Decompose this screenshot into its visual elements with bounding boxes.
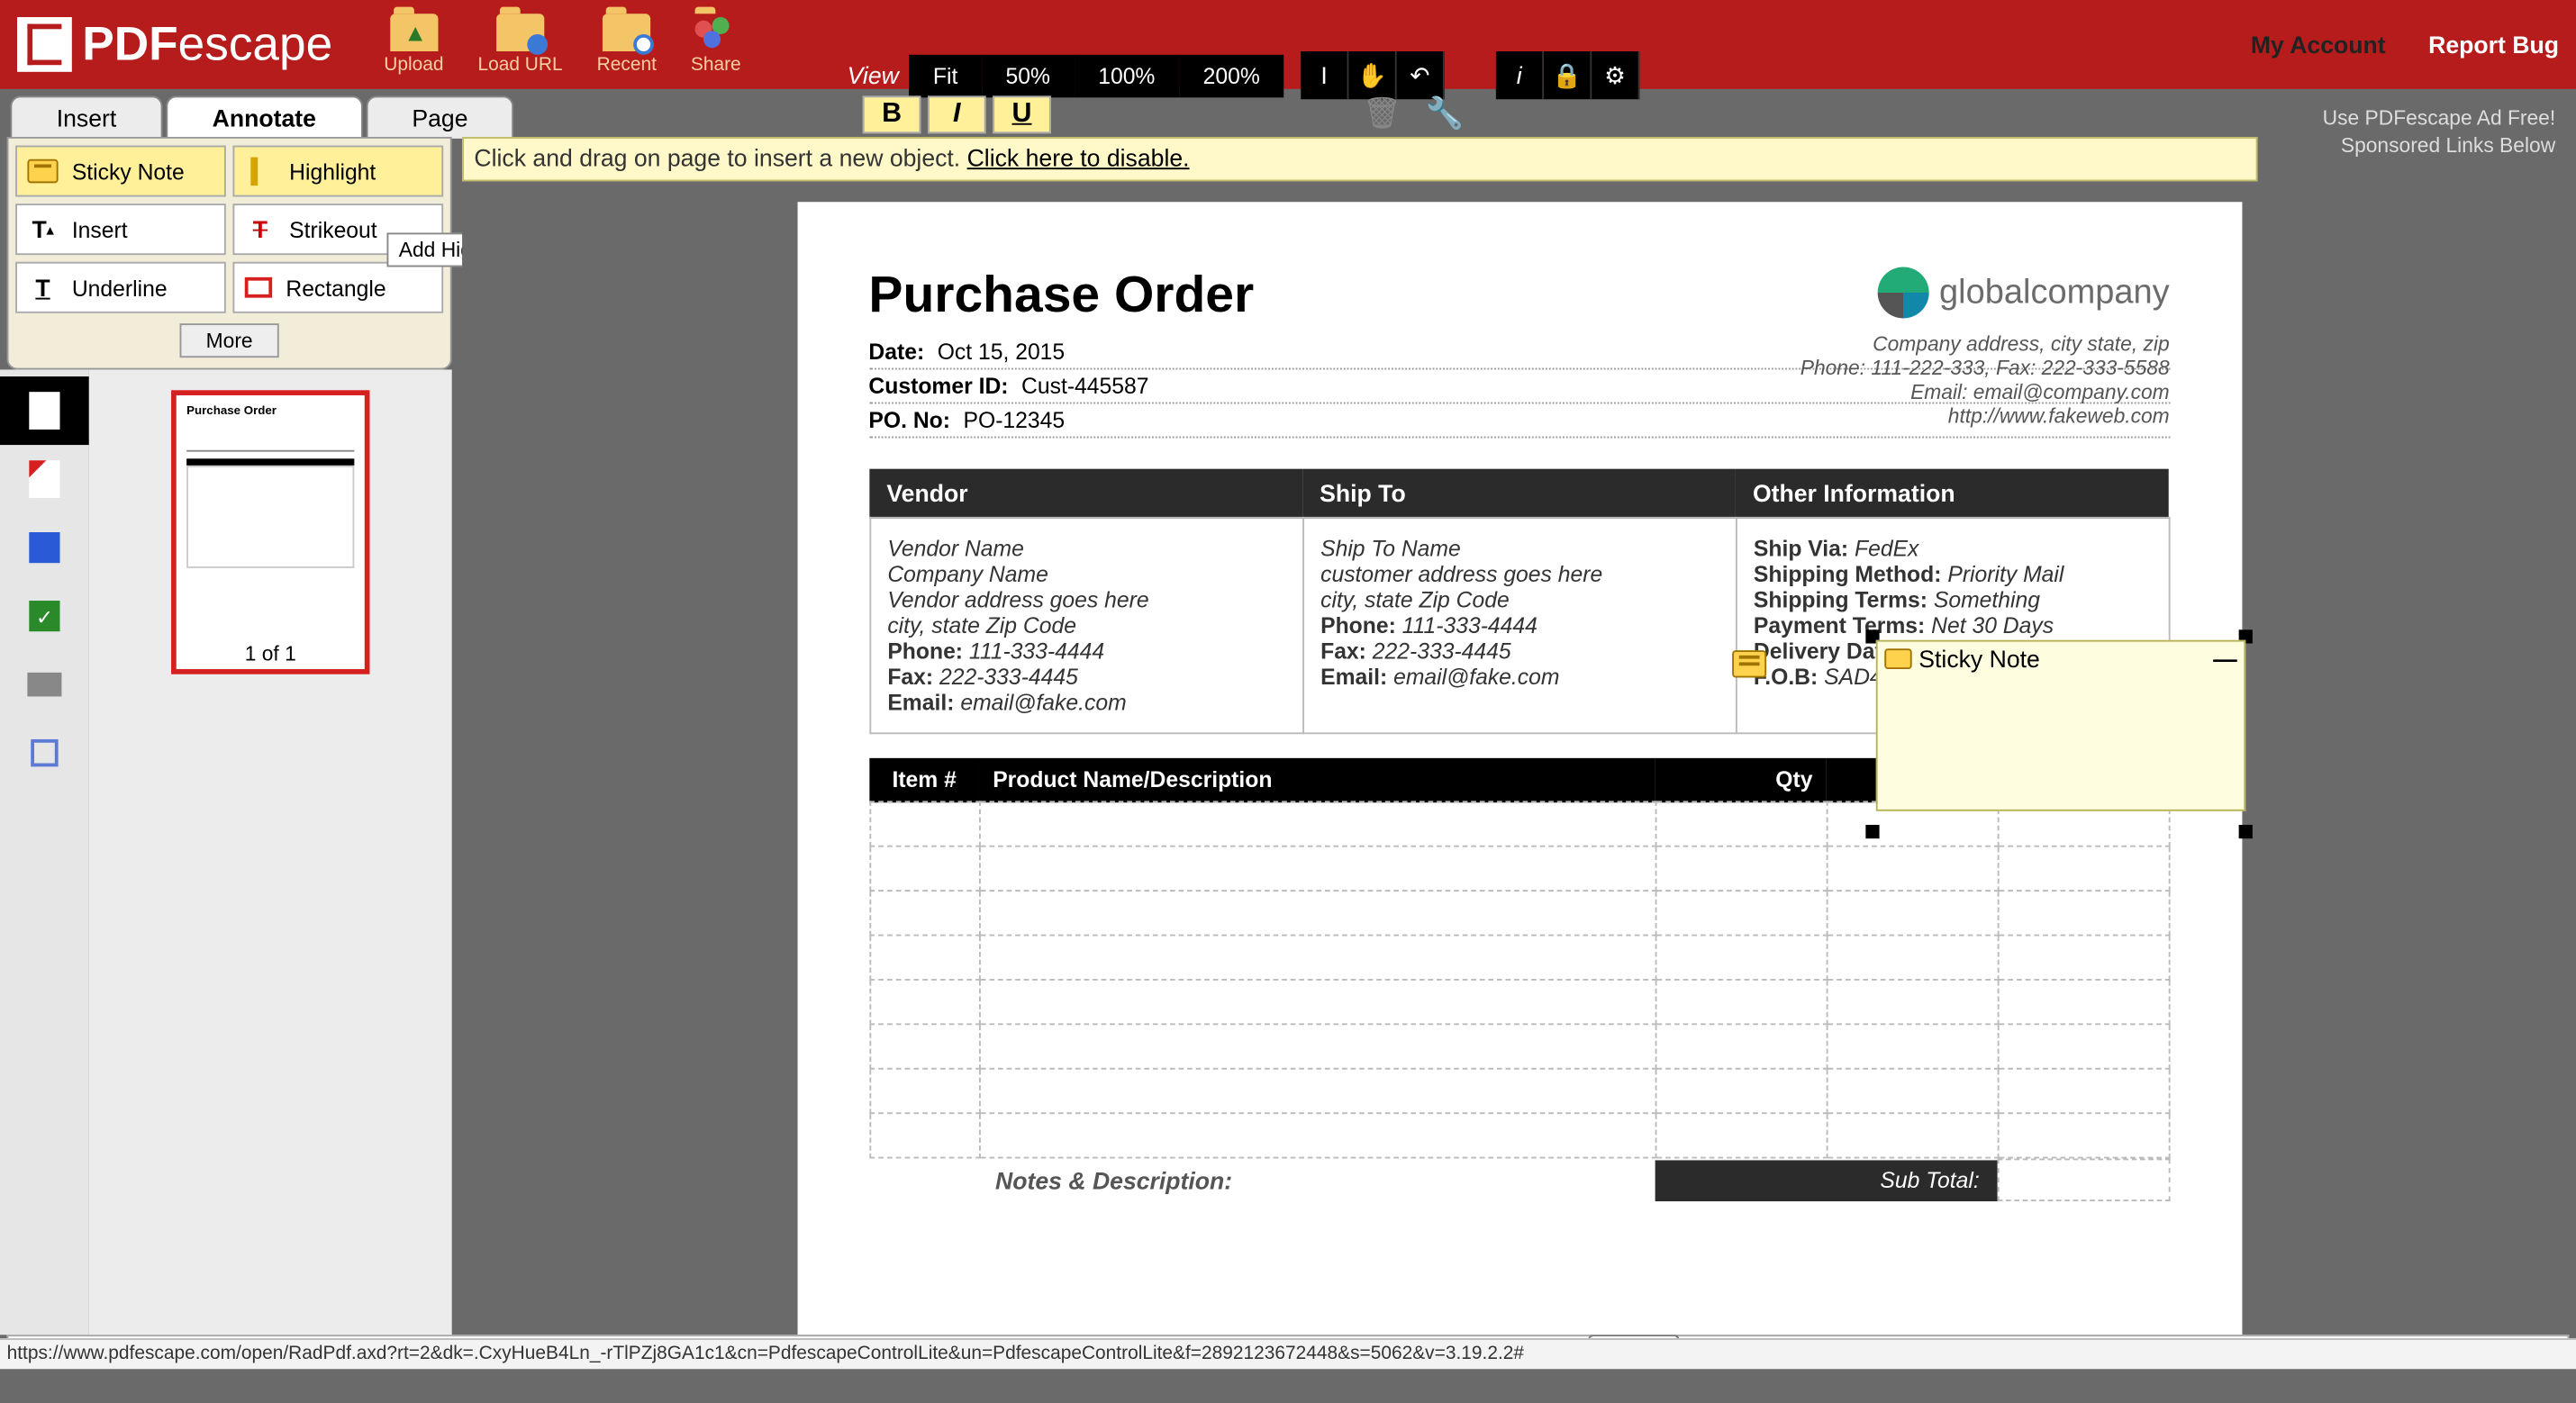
thumbnail-caption: 1 of 1 <box>180 642 361 666</box>
hint-bar: Click and drag on page to insert a new o… <box>462 137 2257 181</box>
top-links: My Account Report Bug <box>2251 31 2559 58</box>
gear-icon[interactable]: ⚙ <box>1592 51 1639 99</box>
company-block: globalcompany Company address, city stat… <box>1800 267 2170 428</box>
upload-button[interactable]: ▲Upload <box>384 14 443 75</box>
subtotal-table: Notes & Description:Sub Total: <box>868 1159 2169 1202</box>
document-area[interactable]: Purchase Order Date: Oct 15, 2015 Custom… <box>462 181 2576 1335</box>
thumbnail-image: Purchase Order <box>180 399 361 638</box>
bold-button[interactable]: B <box>863 95 921 133</box>
tool-highlight[interactable]: ▍ Highlight <box>232 146 443 197</box>
zoom-50[interactable]: 50% <box>982 54 1075 97</box>
report-bug-link[interactable]: Report Bug <box>2428 31 2559 58</box>
resize-handle-se[interactable] <box>2239 825 2253 838</box>
underline-button[interactable]: U <box>993 95 1051 133</box>
tab-annotate[interactable]: Annotate <box>166 95 362 139</box>
tool-insert[interactable]: T▴ Insert <box>15 204 226 255</box>
tool-rectangle[interactable]: Rectangle <box>232 262 443 313</box>
sticky-note-icon <box>27 159 58 184</box>
side-print-icon[interactable] <box>0 650 89 719</box>
status-url: https://www.pdfescape.com/open/RadPdf.ax… <box>0 1338 2576 1369</box>
side-icons: ✓ <box>0 369 89 1335</box>
zoom-100[interactable]: 100% <box>1075 54 1179 97</box>
zoom-fit[interactable]: Fit <box>909 54 982 97</box>
hint-text: Click and drag on page to insert a new o… <box>474 144 966 171</box>
load-url-button[interactable]: Load URL <box>477 14 562 75</box>
page-thumbnail[interactable]: Purchase Order 1 of 1 <box>171 390 369 674</box>
side-close-icon[interactable] <box>0 719 89 787</box>
sticky-title: Sticky Note <box>1918 645 2040 672</box>
folder-globe-icon <box>496 14 544 51</box>
undo-icon[interactable]: ↶ <box>1397 51 1445 99</box>
insert-text-icon: T▴ <box>27 214 58 245</box>
ad-links: Use PDFescape Ad Free! Sponsored Links B… <box>2323 106 2556 159</box>
tab-row: Insert Annotate Page <box>0 93 455 139</box>
folder-up-icon: ▲ <box>390 14 438 51</box>
hand-icon[interactable]: ✋ <box>1349 51 1397 99</box>
highlight-icon: ▍ <box>245 156 276 186</box>
my-account-link[interactable]: My Account <box>2251 31 2386 58</box>
share-button[interactable]: Share <box>691 14 741 75</box>
lock-icon[interactable]: 🔒 <box>1544 51 1592 99</box>
shipto-cell: Ship To Namecustomer address goes hereci… <box>1302 518 1736 733</box>
globe-icon <box>1878 267 1929 318</box>
trash-icon[interactable]: 🗑 <box>1363 95 1401 131</box>
sticky-note-marker-icon[interactable] <box>1732 650 1766 677</box>
side-pages-icon[interactable] <box>0 376 89 445</box>
hint-disable-link[interactable]: Click here to disable. <box>967 144 1190 171</box>
italic-button[interactable]: I <box>928 95 986 133</box>
tool-underline[interactable]: T Underline <box>15 262 226 313</box>
underline-icon: T <box>27 272 58 303</box>
ad-free-link[interactable]: Use PDFescape Ad Free! <box>2323 106 2556 133</box>
side-annotations-icon[interactable] <box>0 445 89 513</box>
logo-pdf: PDF <box>82 17 177 72</box>
tab-insert[interactable]: Insert <box>10 95 162 139</box>
thumbnail-panel: Purchase Order 1 of 1 <box>89 369 452 1335</box>
format-buttons: B I U <box>863 95 1051 133</box>
side-save-icon[interactable] <box>0 513 89 582</box>
sponsored-label: Sponsored Links Below <box>2323 132 2556 159</box>
recent-button[interactable]: Recent <box>597 14 657 75</box>
sticky-header-icon <box>1884 648 1911 669</box>
rectangle-icon <box>245 277 272 298</box>
format-extra: 🗑 🔧 <box>1363 95 1465 131</box>
item-table: Item # Product Name/Description Qty Unit… <box>868 758 2169 1159</box>
header-toolbar: ▲Upload Load URL Recent Share <box>384 14 740 75</box>
tool-sticky-note[interactable]: Sticky Note <box>15 146 226 197</box>
tab-page[interactable]: Page <box>366 95 514 139</box>
zoom-200[interactable]: 200% <box>1179 54 1283 97</box>
vendor-cell: Vendor NameCompany NameVendor address go… <box>869 518 1302 733</box>
text-cursor-icon[interactable]: I <box>1301 51 1348 99</box>
logo-icon <box>17 17 72 72</box>
folder-clock-icon <box>603 14 650 51</box>
sticky-note-body[interactable]: Sticky Note — <box>1876 640 2245 811</box>
strikeout-icon: T <box>245 214 276 245</box>
annotate-panel: Sticky Note ▍ Highlight T▴ Insert T Stri… <box>7 137 452 369</box>
view-label: View <box>848 61 899 88</box>
wrench-icon[interactable]: 🔧 <box>1426 95 1465 131</box>
resize-handle-sw[interactable] <box>1865 825 1879 838</box>
view-bar: View Fit 50% 100% 200% I ✋ ↶ i 🔒 ⚙ <box>848 51 1640 99</box>
logo[interactable]: PDFescape <box>17 17 332 72</box>
side-download-icon[interactable]: ✓ <box>0 582 89 650</box>
sticky-minimize-button[interactable]: — <box>2213 645 2237 672</box>
people-icon <box>692 14 739 51</box>
info-icon[interactable]: i <box>1496 51 1544 99</box>
more-button[interactable]: More <box>180 323 278 358</box>
logo-escape: escape <box>178 17 333 72</box>
